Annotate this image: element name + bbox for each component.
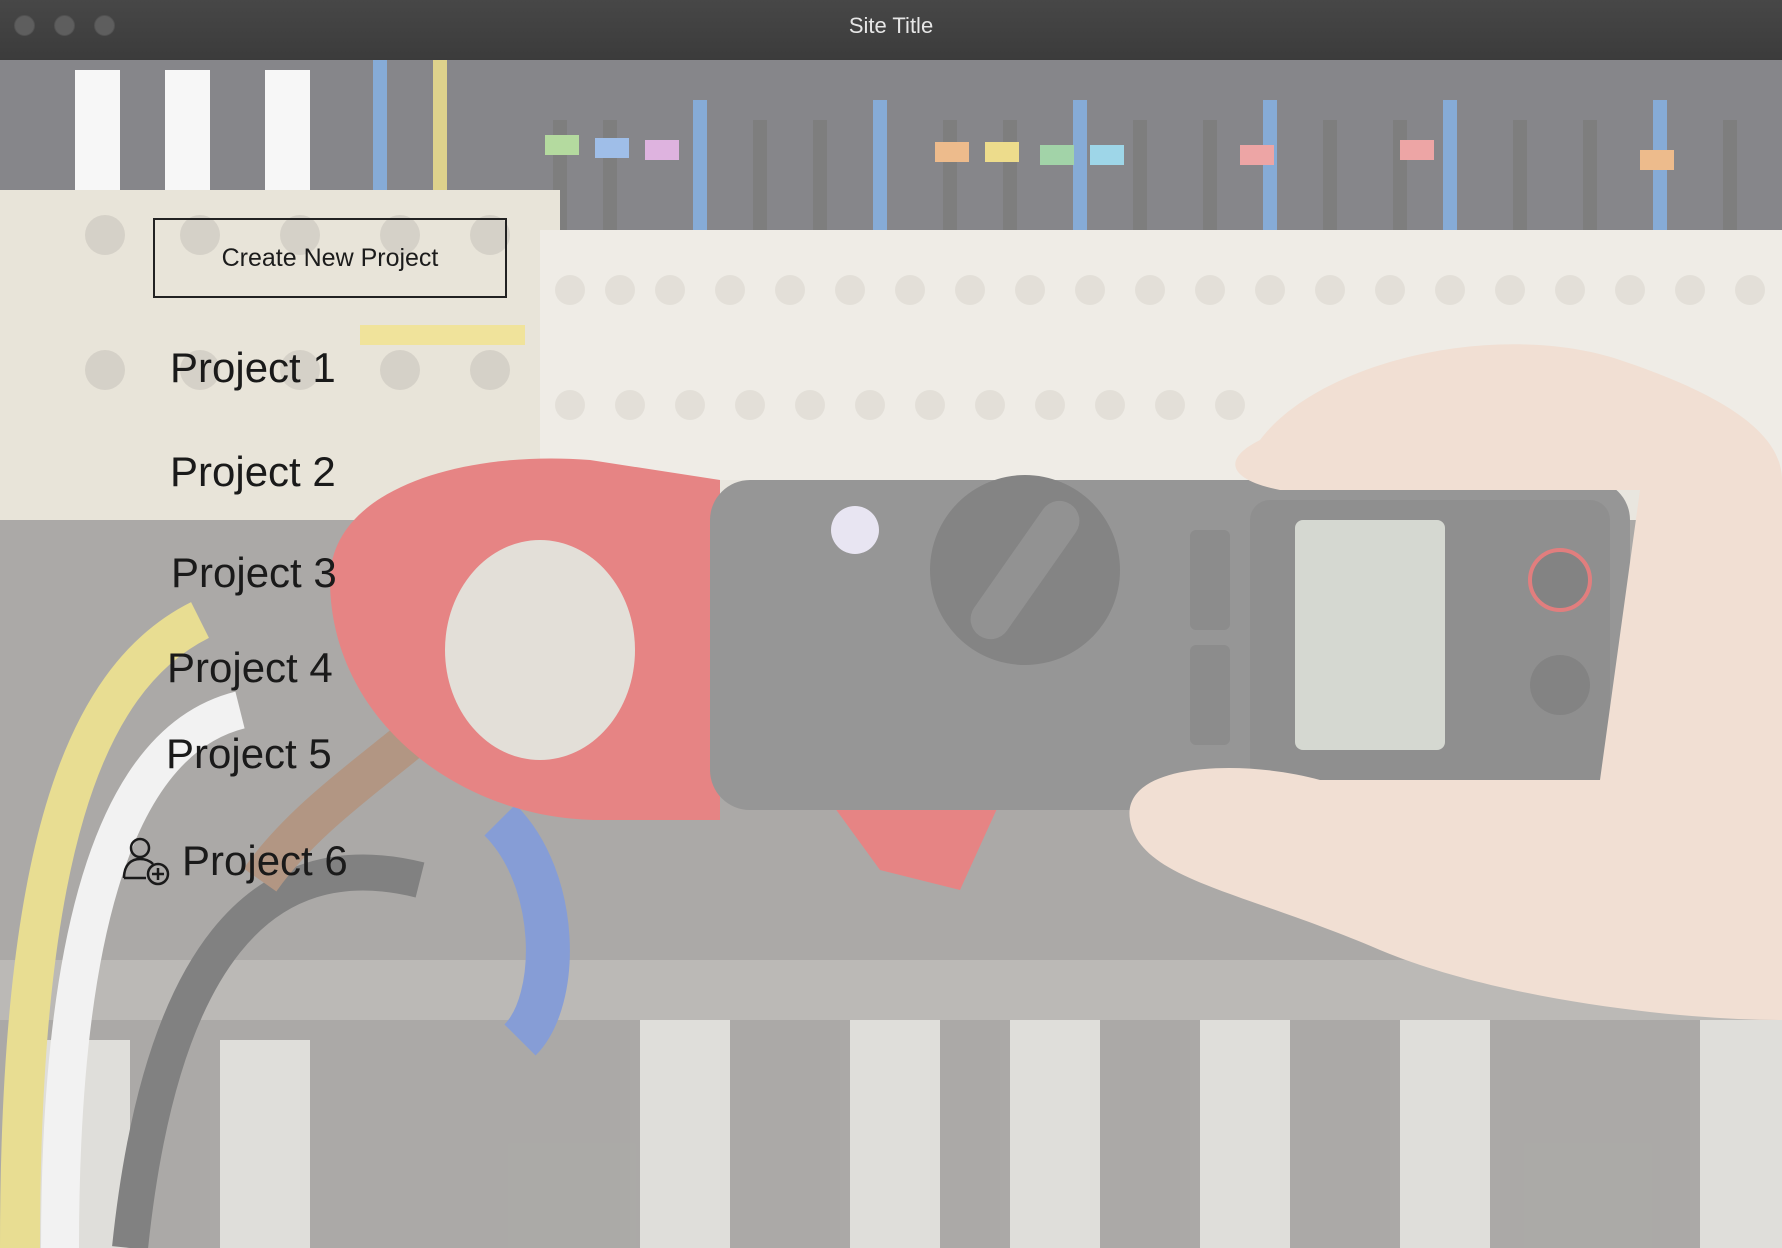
create-new-project-button[interactable]: Create New Project [153,218,507,298]
project-item-1[interactable]: Project 1 [170,344,336,392]
window-title: Site Title [848,13,934,38]
project-item-4[interactable]: Project 4 [167,644,333,692]
project-item-3[interactable]: Project 3 [171,549,337,597]
project-item-5[interactable]: Project 5 [166,730,332,778]
project-item-6[interactable]: Project 6 [122,836,348,886]
title-bar: Site Title [0,0,1782,61]
app-window: Site Title Create New Project Project 1 … [0,0,1782,1248]
add-user-icon [122,837,170,886]
project-item-2[interactable]: Project 2 [170,448,336,496]
project-item-6-label: Project 6 [182,837,348,884]
